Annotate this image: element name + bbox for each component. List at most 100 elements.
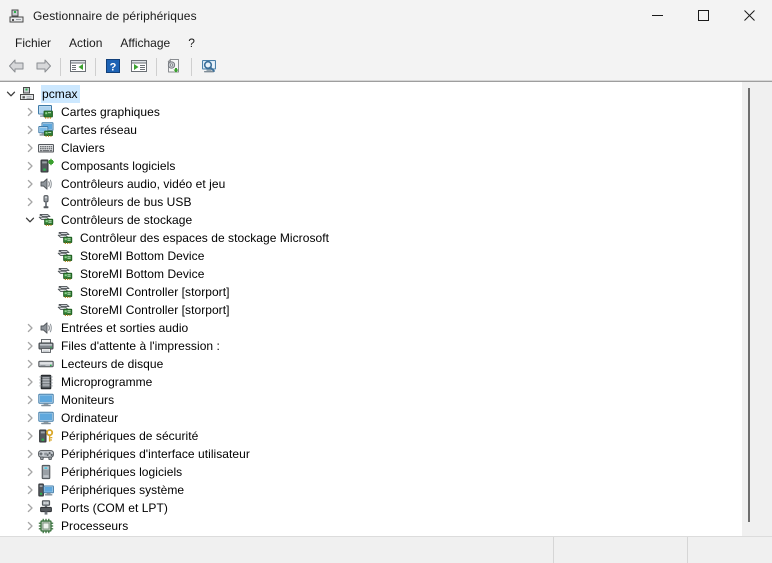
tree-node-label: Ordinateur <box>61 411 119 425</box>
tree-node[interactable]: Moniteurs <box>0 391 772 409</box>
tree-node-label: pcmax <box>41 85 80 103</box>
system-device-icon <box>38 482 54 498</box>
tree-node[interactable]: Périphériques logiciels <box>0 463 772 481</box>
printer-icon <box>38 338 54 354</box>
svg-text:?: ? <box>110 61 117 73</box>
window-controls <box>634 0 772 31</box>
tree-node[interactable]: Périphériques d'interface utilisateur <box>0 445 772 463</box>
tree-node[interactable]: Périphériques de sécurité <box>0 427 772 445</box>
menu-bar: Fichier Action Affichage ? <box>0 32 772 54</box>
tree-node[interactable]: StoreMI Bottom Device <box>0 247 772 265</box>
tree-node-label: Contrôleurs de stockage <box>61 213 193 227</box>
status-pane-main <box>0 537 554 563</box>
chevron-right-icon[interactable] <box>22 500 38 516</box>
port-icon <box>38 500 54 516</box>
chevron-right-icon[interactable] <box>22 518 38 534</box>
chevron-right-icon[interactable] <box>22 158 38 174</box>
tree-node-label: Ports (COM et LPT) <box>61 501 168 515</box>
tree-node[interactable]: Ordinateur <box>0 409 772 427</box>
menu-aide[interactable]: ? <box>179 34 204 53</box>
tree-node[interactable]: Cartes réseau <box>0 121 772 139</box>
storage-controller-icon <box>38 212 54 228</box>
tree-node[interactable]: StoreMI Controller [storport] <box>0 301 772 319</box>
computer-device-icon <box>19 86 35 102</box>
tree-node-label: Contrôleurs audio, vidéo et jeu <box>61 177 226 191</box>
update-driver-button[interactable] <box>161 55 187 79</box>
scan-hardware-button[interactable] <box>196 55 222 79</box>
tree-node[interactable]: pcmax <box>0 85 772 103</box>
minimize-button[interactable] <box>634 0 680 31</box>
tree-node[interactable]: Contrôleurs de bus USB <box>0 193 772 211</box>
help-button[interactable]: ? <box>100 55 126 79</box>
tree-node[interactable]: StoreMI Bottom Device <box>0 265 772 283</box>
chevron-right-icon[interactable] <box>22 122 38 138</box>
tree-node[interactable]: Composants logiciels <box>0 157 772 175</box>
status-pane-tertiary <box>688 537 772 563</box>
hid-device-icon <box>38 446 54 462</box>
back-button[interactable] <box>4 55 30 79</box>
tree-node[interactable]: Ports (COM et LPT) <box>0 499 772 517</box>
close-button[interactable] <box>726 0 772 31</box>
tree-node[interactable]: Microprogramme <box>0 373 772 391</box>
tree-node[interactable]: Périphériques système <box>0 481 772 499</box>
chevron-right-icon[interactable] <box>22 446 38 462</box>
tree-node[interactable]: Contrôleurs de stockage <box>0 211 772 229</box>
chevron-down-icon[interactable] <box>3 86 19 102</box>
disk-drive-icon <box>38 356 54 372</box>
tree-node[interactable]: Files d'attente à l'impression : <box>0 337 772 355</box>
tree-node[interactable]: StoreMI Controller [storport] <box>0 283 772 301</box>
tree-node-label: Périphériques de sécurité <box>61 429 199 443</box>
chevron-right-icon[interactable] <box>22 482 38 498</box>
keyboard-icon <box>38 140 54 156</box>
chevron-right-icon[interactable] <box>22 176 38 192</box>
chevron-right-icon[interactable] <box>22 464 38 480</box>
device-tree: pcmax Cartes graphiques Cartes réseau Clavi… <box>0 82 772 536</box>
chevron-right-icon[interactable] <box>22 104 38 120</box>
menu-fichier[interactable]: Fichier <box>6 34 60 53</box>
window-play-icon <box>130 58 148 77</box>
chevron-down-icon[interactable] <box>22 212 38 228</box>
toolbar: ? <box>0 54 772 81</box>
device-tree-pane: pcmax Cartes graphiques Cartes réseau Clavi… <box>0 81 772 536</box>
tree-node[interactable]: Processeurs <box>0 517 772 535</box>
show-hidden-button[interactable] <box>126 55 152 79</box>
pane-divider[interactable] <box>748 88 750 522</box>
forward-button[interactable] <box>30 55 56 79</box>
chevron-right-icon[interactable] <box>22 338 38 354</box>
tree-node-label: Entrées et sorties audio <box>61 321 189 335</box>
chevron-right-icon[interactable] <box>22 140 38 156</box>
chevron-right-icon[interactable] <box>22 428 38 444</box>
chevron-right-icon[interactable] <box>22 392 38 408</box>
tree-node-label: Périphériques système <box>61 483 185 497</box>
tree-node-label: Contrôleur des espaces de stockage Micro… <box>80 231 329 245</box>
properties-button[interactable] <box>65 55 91 79</box>
tree-node[interactable]: Lecteurs de disque <box>0 355 772 373</box>
software-component-icon <box>38 158 54 174</box>
window-title: Gestionnaire de périphériques <box>33 8 197 23</box>
firmware-icon <box>38 374 54 390</box>
status-pane-secondary <box>554 537 688 563</box>
tree-node[interactable]: Claviers <box>0 139 772 157</box>
toolbar-separator <box>156 58 157 76</box>
menu-action[interactable]: Action <box>60 34 111 53</box>
tree-node[interactable]: Contrôleur des espaces de stockage Micro… <box>0 229 772 247</box>
security-device-icon <box>38 428 54 444</box>
tree-scroll-area[interactable]: pcmax Cartes graphiques Cartes réseau Clavi… <box>0 82 772 536</box>
chevron-right-icon[interactable] <box>22 374 38 390</box>
chevron-right-icon[interactable] <box>22 320 38 336</box>
chevron-right-icon[interactable] <box>22 194 38 210</box>
tree-node[interactable]: Entrées et sorties audio <box>0 319 772 337</box>
speaker-icon <box>38 176 54 192</box>
maximize-button[interactable] <box>680 0 726 31</box>
tree-node-label: Claviers <box>61 141 105 155</box>
arrow-left-icon <box>8 58 26 77</box>
chevron-right-icon[interactable] <box>22 356 38 372</box>
chevron-right-icon[interactable] <box>22 410 38 426</box>
tree-node[interactable]: Cartes graphiques <box>0 103 772 121</box>
menu-affichage[interactable]: Affichage <box>111 34 179 53</box>
toolbar-separator <box>95 58 96 76</box>
speaker-icon <box>38 320 54 336</box>
network-adapter-icon <box>38 122 54 138</box>
tree-node[interactable]: Contrôleurs audio, vidéo et jeu <box>0 175 772 193</box>
tree-node-label: StoreMI Bottom Device <box>80 267 205 281</box>
